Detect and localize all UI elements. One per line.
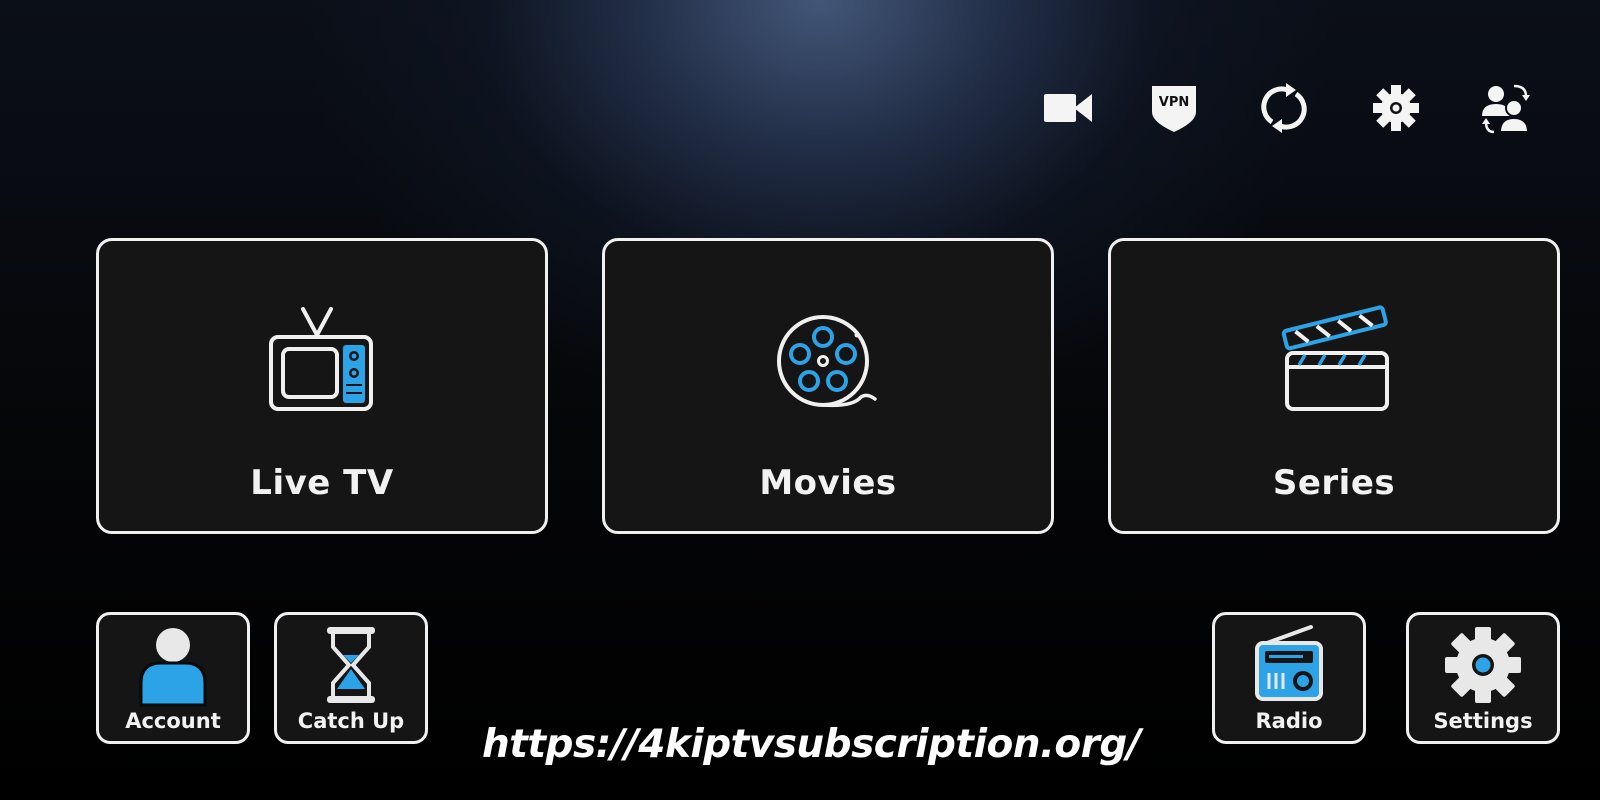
tile-label: Account	[125, 709, 221, 733]
settings-button-top[interactable]	[1368, 80, 1424, 136]
tv-icon	[269, 307, 373, 411]
tile-label: Live TV	[250, 463, 394, 503]
vpn-button[interactable]: VPN	[1146, 80, 1202, 136]
switch-user-button[interactable]	[1478, 80, 1534, 136]
film-reel-icon	[777, 315, 877, 408]
hourglass-icon	[327, 627, 375, 703]
clapperboard-icon	[1281, 305, 1389, 411]
record-video-button[interactable]	[1040, 80, 1096, 136]
tile-label: Catch Up	[297, 709, 405, 733]
tile-label: Series	[1272, 463, 1396, 503]
tile-radio[interactable]: Radio	[1212, 612, 1366, 744]
website-url: https://4kiptvsubscription.org/	[482, 722, 1141, 767]
tile-account[interactable]: Account	[96, 612, 250, 744]
tile-catch-up[interactable]: Catch Up	[274, 612, 428, 744]
vpn-shield-icon: VPN	[1152, 86, 1196, 132]
tile-label: Settings	[1433, 709, 1533, 733]
tile-series[interactable]: Series	[1108, 238, 1560, 534]
tile-movies[interactable]: Movies	[602, 238, 1054, 534]
radio-icon	[1255, 625, 1323, 701]
user-icon	[139, 628, 207, 707]
tile-live-tv[interactable]: Live TV	[96, 238, 548, 534]
settings-gear-icon	[1373, 85, 1419, 131]
record-video-icon	[1044, 94, 1092, 122]
top-toolbar: VPN	[1040, 80, 1560, 136]
svg-text:VPN: VPN	[1159, 95, 1189, 110]
tile-label: Radio	[1255, 709, 1323, 733]
tile-settings[interactable]: Settings	[1406, 612, 1560, 744]
gear-icon	[1445, 627, 1521, 703]
refresh-icon	[1261, 83, 1307, 133]
switch-user-icon	[1482, 84, 1530, 134]
tile-label: Movies	[759, 463, 897, 503]
refresh-button[interactable]	[1256, 80, 1312, 136]
